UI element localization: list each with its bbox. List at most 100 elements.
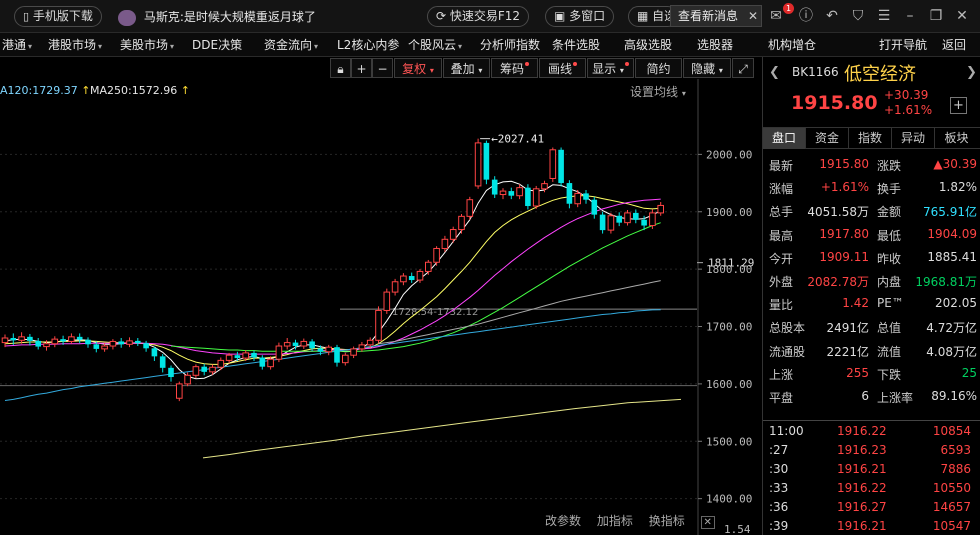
ma-line	[4, 195, 661, 365]
stat-label: 最低	[877, 228, 902, 243]
draw-line-button[interactable]: 画线	[539, 58, 586, 78]
chart-canvas[interactable]: 2000.001900.001800.001700.001600.001500.…	[0, 79, 760, 535]
restore-icon[interactable]: ❐	[926, 6, 946, 26]
info-icon[interactable]: ⓘ	[796, 6, 816, 26]
menu-advanced-select[interactable]: 高级选股	[624, 33, 672, 57]
menu-hk-market[interactable]: 港股市场 ▾	[48, 33, 102, 57]
menu-hk-connect[interactable]: 港通 ▾	[2, 33, 32, 57]
menu-fund-flow[interactable]: 资金流向 ▾	[264, 33, 318, 57]
candle-body	[433, 247, 440, 263]
simple-button[interactable]: 简约	[635, 58, 682, 78]
mobile-download-button[interactable]: ▯ 手机版下载	[14, 6, 102, 27]
stat-value: 255	[846, 365, 869, 380]
zoom-in-icon[interactable]: +	[351, 58, 372, 78]
display-dropdown[interactable]: 显示 ▾	[587, 58, 634, 78]
minimize-icon[interactable]: –	[900, 6, 920, 26]
menu-us-market[interactable]: 美股市场 ▾	[120, 33, 174, 57]
menu-back[interactable]: 返回	[942, 33, 966, 57]
menu-condition-select[interactable]: 条件选股	[552, 33, 600, 57]
tab-index[interactable]: 指数	[849, 128, 892, 149]
quick-trade-button[interactable]: ⟳ 快速交易F12	[427, 6, 530, 27]
add-watch-button[interactable]: +	[950, 97, 967, 114]
next-icon[interactable]: ❯	[966, 65, 977, 80]
stats-row: 最新 1915.80 涨跌 ▲30.39	[763, 154, 980, 177]
candle-body	[334, 347, 340, 363]
close-window-icon[interactable]: ✕	[952, 6, 972, 26]
prev-icon[interactable]: ❮	[769, 65, 780, 80]
menu-l2[interactable]: L2核心内参	[337, 33, 399, 57]
menu-selector[interactable]: 选股器	[697, 33, 733, 57]
quote-tabs: 盘口 资金 指数 异动 板块	[763, 127, 980, 149]
tick-row: :30 1916.21 7886	[763, 459, 980, 478]
menu-dde[interactable]: DDE决策	[192, 33, 242, 57]
kline-chart[interactable]: 2000.00 1900.00 1800.00 1700.00 1600.00 1500.…	[0, 79, 760, 535]
y-tick-label: 1400.00	[706, 493, 752, 506]
range-label: 1728.54-1732.12	[392, 307, 478, 318]
fuquan-dropdown[interactable]: 复权 ▾	[394, 58, 442, 78]
add-indicator-link[interactable]: 加指标	[597, 514, 633, 528]
news-ticker[interactable]: 马斯克:是时候大规模重返月球了	[118, 8, 316, 26]
candle-body	[491, 179, 498, 195]
candle-body	[51, 338, 59, 345]
tab-pankou[interactable]: 盘口	[763, 128, 806, 149]
candle-body	[499, 190, 507, 196]
shirt-icon[interactable]: ⛉	[848, 6, 868, 26]
candle-body	[657, 204, 665, 214]
top-bar: ▯ 手机版下载 马斯克:是时候大规模重返月球了 ⟳ 快速交易F12 ▣ 多窗口 …	[0, 0, 980, 33]
candle-body	[633, 212, 639, 220]
tick-row: :27 1916.23 6593	[763, 440, 980, 459]
candle-body	[649, 212, 656, 227]
edit-params-link[interactable]: 改参数	[545, 514, 581, 528]
menu-icon[interactable]: ☰	[874, 6, 894, 26]
chevron-down-icon: ▾	[28, 42, 33, 51]
tab-fund[interactable]: 资金	[806, 128, 849, 149]
candle-body	[85, 339, 91, 345]
chips-button[interactable]: 筹码	[491, 58, 538, 78]
stat-label: 外盘	[769, 274, 794, 289]
menu-stock-news[interactable]: 个股风云 ▾	[408, 33, 462, 57]
current-price: 1915.80	[791, 92, 878, 114]
stats-row: 上涨 255 下跌 25	[763, 363, 980, 386]
stock-code: BK1166	[792, 65, 839, 79]
chevron-down-icon: ▾	[314, 42, 319, 51]
tab-abnormal[interactable]: 异动	[892, 128, 935, 149]
lock-icon[interactable]: 🔒︎	[330, 58, 351, 78]
overlay-dropdown[interactable]: 叠加 ▾	[443, 58, 490, 78]
switch-indicator-link[interactable]: 换指标	[649, 514, 685, 528]
zoom-out-icon[interactable]: −	[372, 58, 393, 78]
candle-body	[300, 340, 308, 347]
set-ma-button[interactable]: 设置均线 ▾	[630, 83, 686, 100]
menu-analyst-index[interactable]: 分析师指数	[480, 33, 540, 57]
tick-price: 1916.21	[837, 462, 887, 476]
tab-sector[interactable]: 板块	[935, 128, 978, 149]
hide-dropdown[interactable]: 隐藏 ▾	[683, 58, 731, 78]
stat-value: +1.61%	[820, 180, 869, 195]
candle-body	[234, 355, 241, 359]
candle-body	[641, 219, 647, 226]
stat-value: 202.05	[935, 296, 977, 311]
candle-body	[176, 383, 183, 399]
close-icon[interactable]: ✕	[748, 6, 758, 26]
candle-body	[68, 336, 75, 342]
stat-value: 25	[961, 365, 977, 380]
stat-label: 今开	[769, 251, 794, 266]
stat-label: 涨跌	[877, 159, 902, 173]
y-tick-label: 2000.00	[706, 148, 752, 161]
tick-time: 11:00	[769, 424, 804, 438]
candle-body	[566, 183, 573, 204]
menu-open-nav[interactable]: 打开导航	[879, 33, 927, 57]
stat-value: 1909.11	[819, 249, 869, 264]
news-popup[interactable]: 查看新消息 ✕	[670, 5, 762, 27]
menu-inst-add[interactable]: 机构增仓	[768, 33, 816, 57]
current-price-label: 1811.29	[708, 257, 754, 270]
close-icon[interactable]: ✕	[700, 516, 715, 529]
fullscreen-icon[interactable]: ⤢	[732, 58, 754, 78]
menu-bar: 港通 ▾ 港股市场 ▾ 美股市场 ▾ DDE决策 资金流向 ▾ L2核心内参 个股风云 ▾…	[0, 33, 980, 57]
candle-body	[391, 281, 399, 293]
candle-body	[225, 354, 233, 361]
tick-price: 1916.21	[837, 519, 887, 533]
stat-label: 最高	[769, 228, 794, 243]
candle-body	[184, 374, 191, 385]
undo-icon[interactable]: ↶	[822, 6, 842, 26]
multi-window-button[interactable]: ▣ 多窗口	[545, 6, 615, 27]
